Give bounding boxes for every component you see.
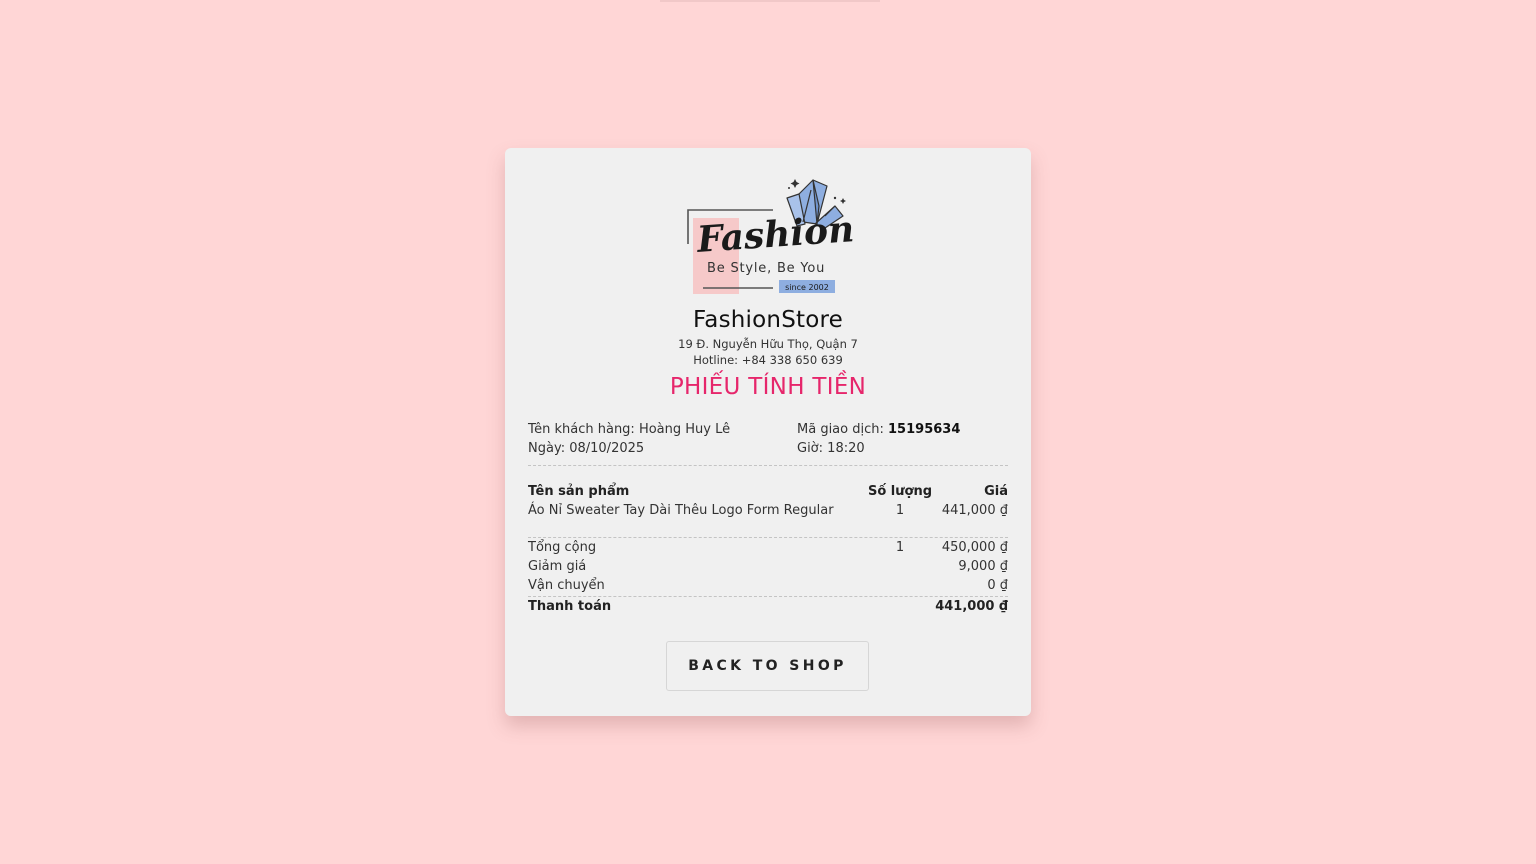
logo-graphic: Fashion Be Style, Be You since 2002 bbox=[687, 179, 855, 294]
total-value: 450,000 ₫ bbox=[941, 540, 1008, 555]
logo-since-text: since 2002 bbox=[785, 283, 829, 292]
store-logo: Fashion Be Style, Be You since 2002 bbox=[685, 176, 855, 296]
discount-label: Giảm giá bbox=[528, 559, 587, 574]
customer-info: Tên khách hàng: Hoàng Huy Lê bbox=[528, 422, 730, 437]
receipt-card: Fashion Be Style, Be You since 2002 Fash… bbox=[505, 148, 1031, 716]
shipping-value: 0 ₫ bbox=[987, 578, 1008, 593]
payment-value: 441,000 ₫ bbox=[935, 599, 1008, 614]
customer-name: Hoàng Huy Lê bbox=[638, 422, 731, 437]
back-to-shop-button[interactable]: BACK TO SHOP bbox=[666, 641, 869, 691]
customer-label: Tên khách hàng: bbox=[528, 422, 635, 437]
divider bbox=[528, 596, 1008, 597]
store-address: 19 Đ. Nguyễn Hữu Thọ, Quận 7 bbox=[678, 337, 858, 351]
discount-value: 9,000 ₫ bbox=[958, 559, 1008, 574]
item-price: 441,000 ₫ bbox=[941, 503, 1008, 518]
shipping-label: Vận chuyển bbox=[528, 578, 605, 593]
product-column-header: Tên sản phẩm bbox=[528, 484, 630, 499]
price-column-header: Giá bbox=[984, 484, 1008, 499]
store-name: FashionStore bbox=[692, 307, 843, 333]
divider bbox=[528, 537, 1008, 538]
quantity-column-header: Số lượng bbox=[867, 484, 933, 499]
transaction-info: Mã giao dịch: 15195634 bbox=[797, 422, 960, 437]
transaction-id: 15195634 bbox=[888, 422, 961, 437]
item-quantity: 1 bbox=[895, 503, 905, 518]
top-edge-shadow bbox=[660, 0, 880, 2]
date-label: Ngày: bbox=[528, 441, 566, 456]
total-label: Tổng cộng bbox=[528, 540, 597, 555]
item-product-name: Áo Nỉ Sweater Tay Dài Thêu Logo Form Reg… bbox=[528, 503, 834, 518]
total-quantity: 1 bbox=[895, 540, 905, 555]
date-info: Ngày: 08/10/2025 bbox=[528, 441, 644, 456]
store-hotline: Hotline: +84 338 650 639 bbox=[693, 353, 843, 367]
time-value: 18:20 bbox=[827, 441, 865, 456]
receipt-title: PHIẾU TÍNH TIỀN bbox=[669, 374, 867, 400]
transaction-label: Mã giao dịch: bbox=[797, 422, 884, 437]
divider bbox=[528, 465, 1008, 466]
time-label: Giờ: bbox=[797, 441, 824, 456]
date-value: 08/10/2025 bbox=[569, 441, 645, 456]
time-info: Giờ: 18:20 bbox=[797, 441, 865, 456]
logo-brand-text: Fashion bbox=[695, 208, 853, 261]
payment-label: Thanh toán bbox=[528, 599, 612, 614]
logo-tagline: Be Style, Be You bbox=[707, 261, 825, 276]
